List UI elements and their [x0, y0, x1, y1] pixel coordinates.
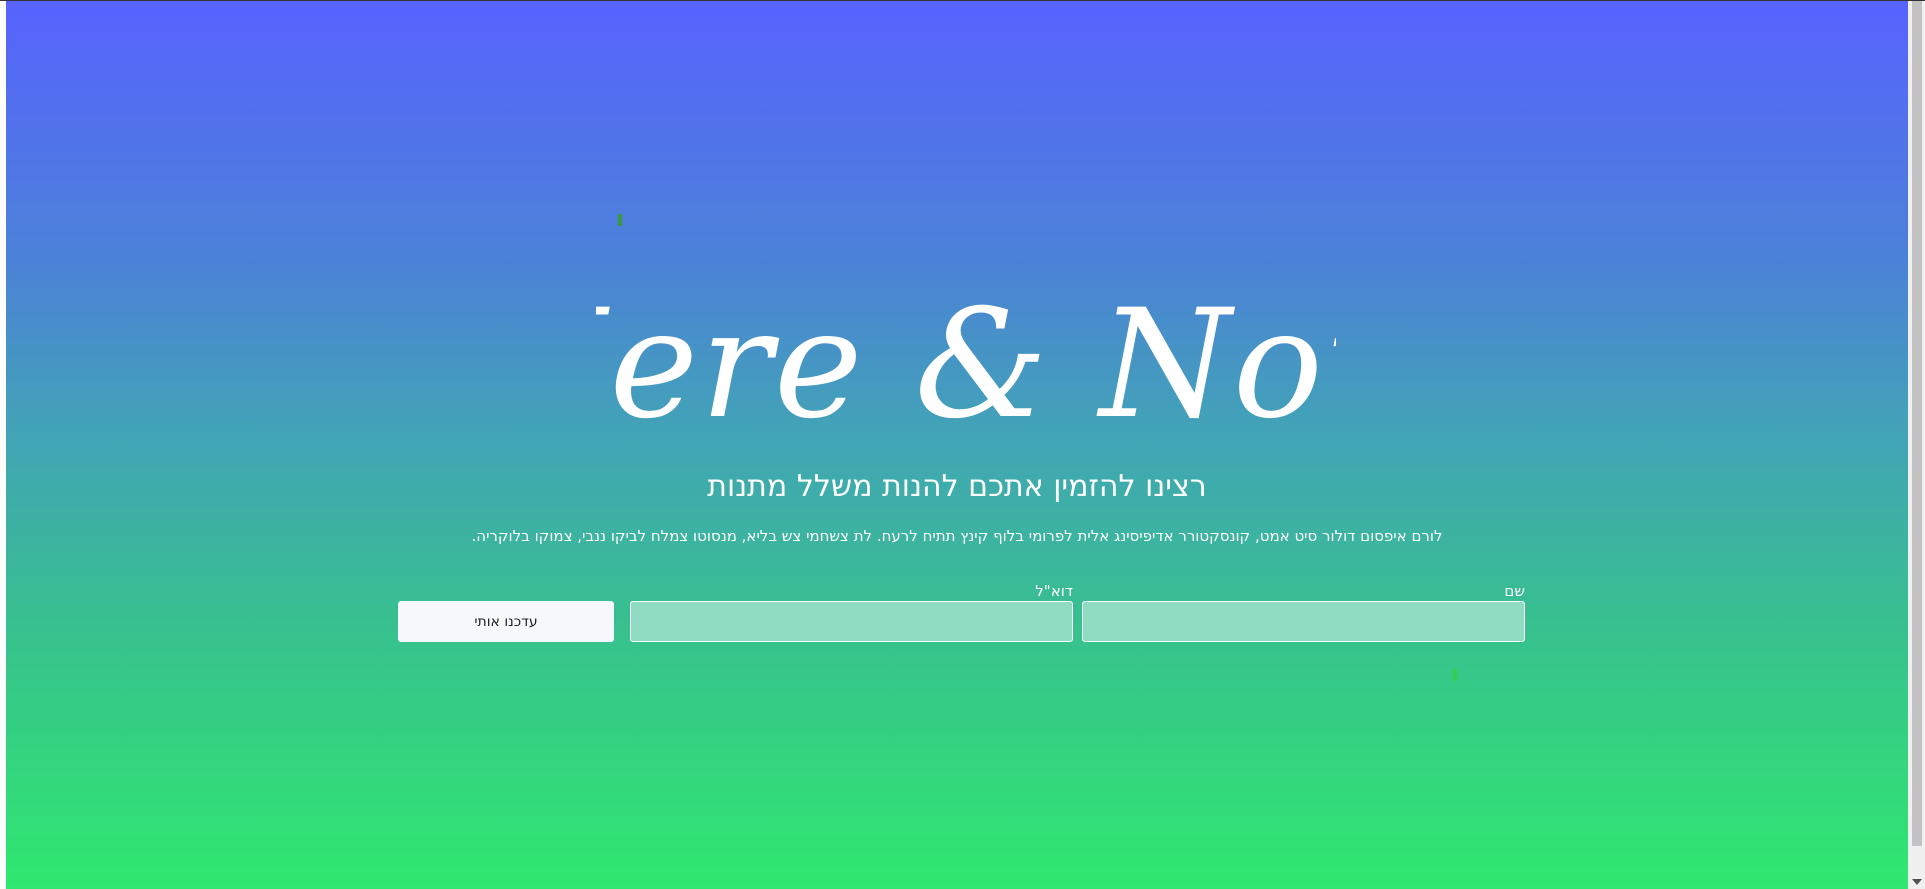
name-label: שם — [1504, 582, 1525, 600]
decorative-marker — [1453, 669, 1457, 681]
email-label: דוא"ל — [1035, 582, 1073, 600]
name-input[interactable] — [1082, 601, 1525, 642]
logo-text: Here & Now — [596, 278, 1336, 451]
hero-section: Here & Now רצינו להזמין אתכם להנות משלל … — [6, 1, 1908, 889]
email-field-group: דוא"ל — [630, 581, 1073, 642]
decorative-marker — [618, 214, 622, 226]
name-field-group: שם — [1082, 581, 1525, 642]
signup-form: שם דוא"ל עדכנו אותי — [398, 581, 1525, 643]
logo: Here & Now — [474, 271, 1454, 452]
scroll-down-arrow-icon[interactable] — [1912, 879, 1922, 885]
page-description: לורם איפסום דולור סיט אמט, קונסקטורר אדי… — [471, 527, 1443, 545]
submit-button[interactable]: עדכנו אותי — [398, 601, 614, 642]
page-subtitle: רצינו להזמין אתכם להנות משלל מתנות — [707, 469, 1207, 504]
email-input[interactable] — [630, 601, 1073, 642]
vertical-scrollbar[interactable] — [1908, 1, 1925, 889]
scrollbar-thumb[interactable] — [1912, 1, 1922, 846]
